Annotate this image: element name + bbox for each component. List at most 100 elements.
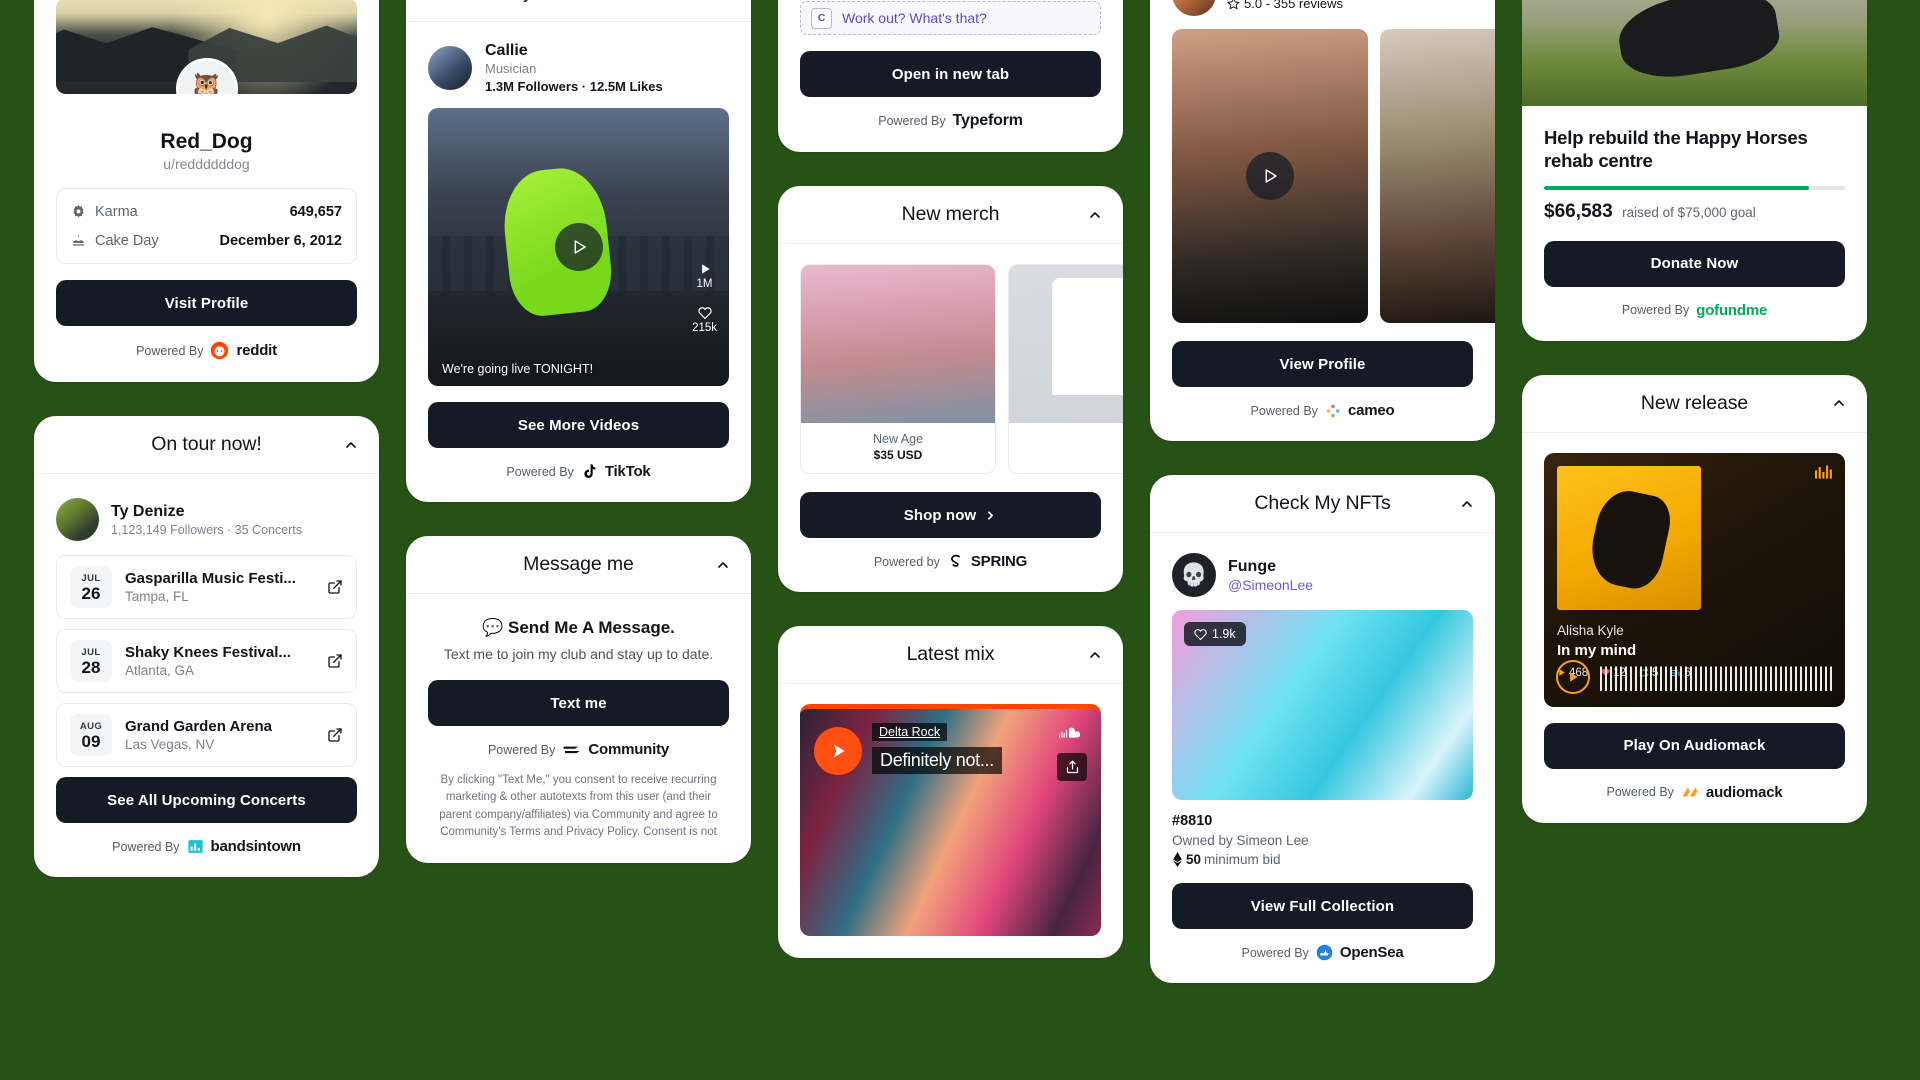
merch-meta — [1009, 423, 1123, 445]
tiktok-video-thumbnail[interactable]: 1M 215k We're going live TONIGHT! — [428, 108, 729, 386]
event-row[interactable]: JUL 26 Gasparilla Music Festi... Tampa, … — [56, 555, 357, 619]
chevron-up-icon[interactable] — [1459, 496, 1475, 512]
nft-collection-name: Funge — [1228, 557, 1276, 575]
cameo-card-body: Actress, Model | TedTalk “What to do wh.… — [1150, 0, 1495, 441]
play-on-audiomack-button[interactable]: Play On Audiomack — [1544, 722, 1845, 769]
view-profile-button[interactable]: View Profile — [1172, 341, 1473, 387]
external-link-icon[interactable] — [327, 727, 343, 743]
powered-by-gofundme: Powered By gofundme — [1544, 302, 1845, 319]
chevron-up-icon[interactable] — [1087, 207, 1103, 223]
powered-brand: cameo — [1347, 402, 1395, 419]
bandsintown-icon — [187, 840, 203, 853]
reddit-username: Red_Dog — [160, 130, 253, 153]
message-headline-text: Send Me A Message. — [508, 618, 675, 637]
external-link-icon[interactable] — [327, 653, 343, 669]
nft-card-header[interactable]: Check My NFTs — [1150, 475, 1495, 533]
merch-carousel[interactable]: New Age $35 USD — [800, 264, 1123, 474]
audiomack-icon — [1682, 787, 1698, 797]
track-artist[interactable]: Delta Rock — [872, 723, 948, 741]
nft-bid-value: 50 — [1186, 852, 1202, 867]
soundcloud-glyph-icon — [1059, 727, 1081, 738]
share-button[interactable] — [1057, 753, 1087, 781]
powered-prefix: Powered By — [1621, 303, 1690, 318]
chevron-up-icon[interactable] — [343, 437, 359, 453]
play-button[interactable] — [1556, 659, 1590, 694]
column-3: B Every other day C Work out? What's tha… — [778, 0, 1123, 958]
nft-like-count[interactable]: 1.9k — [1184, 622, 1246, 646]
message-legal-text: By clicking "Text Me," you consent to re… — [439, 774, 718, 838]
nft-token-id: #8810 — [1172, 813, 1213, 829]
gofundme-card: Help rebuild the Happy Horses rehab cent… — [1522, 0, 1867, 341]
merch-card-header[interactable]: New merch — [778, 186, 1123, 244]
view-full-collection-button[interactable]: View Full Collection — [1172, 883, 1473, 929]
reddit-icon — [211, 341, 229, 360]
new-release-body: Alisha Kyle In my mind 468 12 — [1522, 433, 1867, 823]
latest-mix-header[interactable]: Latest mix — [778, 626, 1123, 684]
merch-item[interactable] — [1008, 264, 1123, 474]
progress-fill — [1544, 185, 1809, 190]
audiomack-card: New release Alisha Kyle In my mind 468 P… — [1522, 374, 1867, 823]
play-button[interactable] — [554, 223, 603, 271]
shop-now-button[interactable]: Shop now — [800, 492, 1101, 538]
message-headline: 💬 Send Me A Message. — [428, 618, 729, 638]
chevron-up-icon[interactable] — [1087, 647, 1103, 663]
nft-collection-row[interactable]: 💀 Funge @SimeonLee — [1172, 553, 1473, 610]
cameo-video[interactable] — [1172, 29, 1368, 323]
play-button[interactable] — [814, 727, 862, 775]
powered-brand: OpenSea — [1339, 944, 1404, 961]
speech-bubble-icon: 💬 — [482, 618, 504, 637]
cameo-rating: 5.0 - 355 reviews — [1227, 0, 1442, 11]
reddit-handle: u/reddddddog — [163, 156, 250, 172]
tour-card-header[interactable]: On tour now! — [34, 416, 379, 474]
tiktok-user-row[interactable]: Callie Musician 1.3M Followers · 12.5M L… — [428, 42, 729, 108]
event-row[interactable]: AUG 09 Grand Garden Arena Las Vegas, NV — [56, 703, 357, 767]
message-card-header[interactable]: Message me — [406, 536, 751, 594]
cameo-talent-row[interactable]: Actress, Model | TedTalk “What to do wh.… — [1172, 0, 1495, 29]
visit-profile-button[interactable]: Visit Profile — [56, 280, 357, 326]
card-title: My Latest TikTok — [507, 0, 651, 4]
artist-stats: 1,123,149 Followers · 35 Concerts — [111, 522, 303, 537]
soundcloud-player[interactable]: Delta Rock Definitely not... — [800, 704, 1101, 936]
text-me-button[interactable]: Text me — [428, 680, 729, 726]
merch-item[interactable]: New Age $35 USD — [800, 264, 996, 474]
new-release-header[interactable]: New release — [1522, 375, 1867, 433]
artist-row[interactable]: Ty Denize 1,123,149 Followers · 35 Conce… — [56, 494, 357, 555]
typeform-option[interactable]: C Work out? What's that? — [800, 1, 1101, 35]
merch-image — [801, 265, 995, 423]
chevron-up-icon[interactable] — [1831, 395, 1847, 411]
play-icon — [701, 264, 710, 274]
heart-icon — [697, 307, 712, 320]
avatar: 💀 — [1172, 553, 1216, 597]
latest-mix-body: Delta Rock Definitely not... — [778, 684, 1123, 958]
event-city: Las Vegas, NV — [125, 737, 215, 752]
event-day: 28 — [81, 657, 101, 677]
see-more-videos-button[interactable]: See More Videos — [428, 402, 729, 448]
cameo-video-carousel[interactable] — [1172, 29, 1495, 323]
video-likes: 215k — [692, 306, 717, 334]
community-icon — [563, 746, 580, 754]
nft-like-value: 1.9k — [1212, 627, 1236, 641]
chevron-up-icon[interactable] — [715, 0, 731, 1]
play-button[interactable] — [1246, 152, 1294, 200]
track-artist: Alisha Kyle — [1557, 622, 1624, 638]
cameo-video[interactable] — [1380, 29, 1495, 323]
avatar — [56, 498, 99, 541]
powered-prefix: Powered By — [1250, 403, 1318, 418]
powered-brand: TikTok — [604, 463, 651, 480]
chevron-up-icon[interactable] — [715, 557, 731, 573]
see-all-concerts-button[interactable]: See All Upcoming Concerts — [56, 777, 357, 823]
event-row[interactable]: JUL 28 Shaky Knees Festival... Atlanta, … — [56, 629, 357, 693]
nft-collection-handle[interactable]: @SimeonLee — [1228, 577, 1313, 593]
audiomack-player[interactable]: Alisha Kyle In my mind 468 12 — [1544, 452, 1845, 707]
external-link-icon[interactable] — [327, 579, 343, 595]
tiktok-card-header[interactable]: My Latest TikTok — [406, 0, 751, 22]
card-title: New release — [1640, 391, 1749, 414]
merch-image — [1009, 265, 1123, 423]
card-title: Message me — [523, 553, 634, 575]
donate-now-button[interactable]: Donate Now — [1544, 240, 1845, 287]
waveform[interactable] — [1600, 660, 1835, 691]
powered-prefix: Powered By — [878, 114, 946, 128]
nft-card-body: 💀 Funge @SimeonLee 1.9k #8810 Owned by S… — [1150, 533, 1495, 983]
nft-image[interactable]: 1.9k — [1172, 610, 1473, 800]
open-in-new-tab-button[interactable]: Open in new tab — [800, 51, 1101, 97]
